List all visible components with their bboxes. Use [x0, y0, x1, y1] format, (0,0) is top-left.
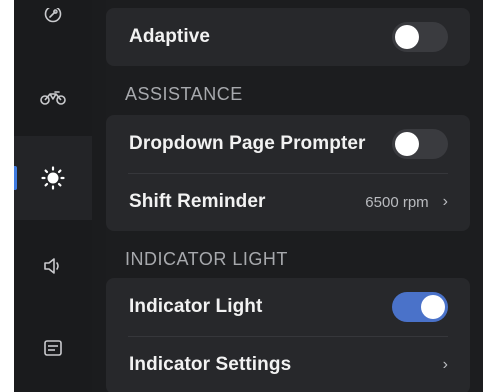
panel-icon [43, 339, 63, 357]
indicator-light-toggle[interactable] [392, 292, 448, 322]
indicator-section-title: INDICATOR LIGHT [125, 249, 288, 269]
assistance-card: Dropdown Page Prompter Shift Reminder 65… [106, 115, 470, 231]
dropdown-prompter-label: Dropdown Page Prompter [129, 133, 366, 154]
speaker-icon [42, 257, 64, 275]
vehicle-rail-item[interactable] [14, 78, 92, 118]
sound-rail-item[interactable] [14, 246, 92, 286]
shift-reminder-label: Shift Reminder [129, 191, 266, 212]
indicator-light-row[interactable]: Indicator Light [106, 278, 470, 336]
adaptive-toggle[interactable] [392, 22, 448, 52]
toggle-knob [395, 132, 419, 156]
display-rail-item[interactable] [14, 136, 92, 220]
chevron-right-icon: › [442, 356, 448, 373]
active-nav-indicator [14, 166, 17, 190]
app-window: Adaptive ASSISTANCE Dropdown Page Prompt… [14, 0, 483, 392]
side-nav-rail [14, 0, 92, 392]
settings-rail-item[interactable] [14, 0, 92, 36]
adaptive-label: Adaptive [129, 26, 211, 47]
dropdown-prompter-toggle[interactable] [392, 129, 448, 159]
sun-icon [41, 166, 65, 190]
indicator-light-label: Indicator Light [129, 296, 263, 317]
dropdown-prompter-row[interactable]: Dropdown Page Prompter [106, 115, 470, 173]
adaptive-card: Adaptive [106, 8, 470, 66]
settings-content: Adaptive ASSISTANCE Dropdown Page Prompt… [106, 0, 483, 392]
toggle-knob [421, 295, 445, 319]
indicator-card: Indicator Light Indicator Settings › [106, 278, 470, 392]
chevron-right-icon: › [442, 193, 448, 210]
motorcycle-icon [40, 90, 66, 106]
shift-reminder-value: 6500 rpm [365, 193, 429, 211]
indicator-settings-label: Indicator Settings [129, 354, 292, 375]
general-rail-item[interactable] [14, 328, 92, 368]
adaptive-row[interactable]: Adaptive [106, 8, 470, 66]
assistance-section-title: ASSISTANCE [125, 84, 243, 104]
indicator-settings-row[interactable]: Indicator Settings › [106, 336, 470, 392]
shift-reminder-row[interactable]: Shift Reminder 6500 rpm › [106, 173, 470, 231]
toggle-knob [395, 25, 419, 49]
wrench-circle-icon [43, 8, 63, 28]
